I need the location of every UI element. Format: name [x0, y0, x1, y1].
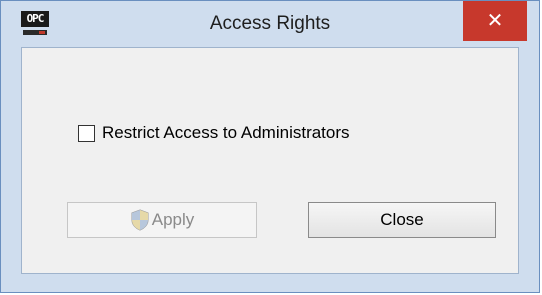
- restrict-access-label[interactable]: Restrict Access to Administrators: [102, 123, 350, 143]
- close-button[interactable]: Close: [308, 202, 496, 238]
- dialog-content: Restrict Access to Administrators Apply …: [21, 47, 519, 274]
- restrict-access-option[interactable]: Restrict Access to Administrators: [78, 122, 350, 144]
- apply-button[interactable]: Apply: [67, 202, 257, 238]
- close-button-label: Close: [380, 210, 424, 229]
- restrict-access-checkbox[interactable]: [78, 124, 95, 142]
- apply-button-label: Apply: [151, 210, 195, 229]
- uac-shield-icon: [131, 209, 149, 231]
- window-title: Access Rights: [209, 13, 331, 34]
- access-rights-dialog: OPC Access Rights ✕ Restrict Access to A…: [0, 0, 540, 293]
- close-window-button[interactable]: ✕: [463, 1, 527, 41]
- title-bar[interactable]: OPC Access Rights ✕: [1, 1, 539, 47]
